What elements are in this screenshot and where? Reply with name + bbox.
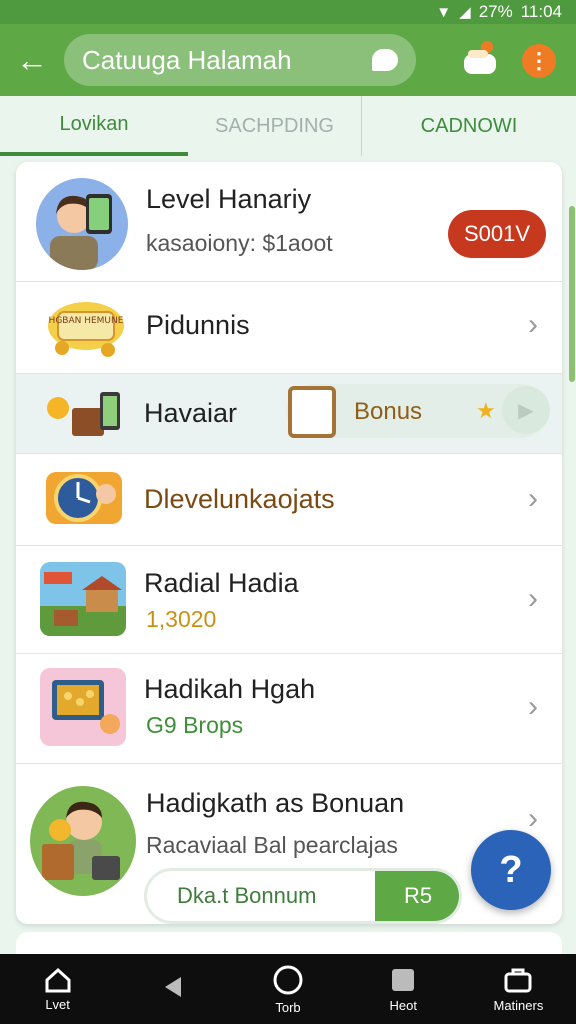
home-icon <box>45 967 71 992</box>
bottom-nav: Lvet Torb Heot Matiners <box>0 954 576 1024</box>
back-triangle-icon <box>164 977 181 997</box>
badge-thumbnail-text: HGBAN HEMUNE <box>49 316 124 326</box>
claim-bonus-button[interactable]: Dka.t Bonnum R5 <box>144 868 462 924</box>
tab-sachpding[interactable]: SACHPDING <box>188 96 362 156</box>
row-title: Hadikah Hgah <box>144 674 316 704</box>
row-title: Hadigkath as Bonuan <box>146 788 405 818</box>
row-title: Level Hanariy <box>146 184 312 214</box>
chevron-right-icon: › <box>528 308 538 341</box>
bonus-label: Bonus <box>354 398 423 425</box>
nav-recents[interactable]: Heot <box>346 954 461 1024</box>
status-bar: ▼ ◢ 27% 11:04 <box>0 0 576 24</box>
house-scene-icon <box>40 562 126 636</box>
list-item[interactable]: Radial Hadia 1,3020 › <box>16 546 562 654</box>
nav-bag[interactable]: Matiners <box>461 954 576 1024</box>
row-title: Pidunnis <box>146 310 250 340</box>
list-item[interactable]: HGBAN HEMUNE Pidunnis › <box>16 282 562 374</box>
row-title: Havaiar <box>144 398 238 428</box>
chevron-right-icon: › <box>528 690 538 723</box>
wifi-icon: ▼ <box>436 3 452 21</box>
nav-center[interactable]: Torb <box>230 954 345 1024</box>
claim-label: Dka.t Bonnum <box>177 883 317 908</box>
nav-back[interactable] <box>115 954 230 1024</box>
list-item[interactable]: Dlevelunkaojats › <box>16 454 562 546</box>
treasure-chest-icon <box>38 384 130 444</box>
back-arrow-icon[interactable]: ← <box>0 24 64 96</box>
row-subtitle: G9 Brops <box>146 712 244 738</box>
chat-bubble-icon[interactable] <box>372 49 398 71</box>
row-subtitle: kasaoiony: $1aoot <box>146 230 333 256</box>
search-bar[interactable]: Catuuga Halamah <box>64 34 416 86</box>
circle-home-icon <box>273 965 303 994</box>
row-subtitle: 1,3020 <box>146 606 217 632</box>
chevron-right-icon: › <box>528 802 538 835</box>
chevron-right-icon: › <box>528 582 538 615</box>
next-card-peek <box>16 932 562 954</box>
scroll-indicator[interactable] <box>569 206 575 382</box>
bag-icon <box>504 968 532 992</box>
more-vert-icon[interactable]: ⋮ <box>522 44 556 78</box>
star-icon: ★ <box>476 398 496 423</box>
row-title: Radial Hadia <box>144 568 299 598</box>
character-coins-icon <box>30 786 136 896</box>
tab-lovikan[interactable]: Lovikan <box>0 96 188 156</box>
tab-bar: Lovikan SACHPDING CADNOWI <box>0 96 576 156</box>
row-title: Dlevelunkaojats <box>144 484 335 514</box>
document-icon <box>288 386 336 438</box>
claim-count: R5 <box>375 871 459 921</box>
app-bar: ← Catuuga Halamah ⋮ <box>0 24 576 96</box>
clock: 11:04 <box>520 2 562 21</box>
battery-percent: 27% <box>478 2 513 21</box>
nav-home[interactable]: Lvet <box>0 954 115 1024</box>
list-item[interactable]: Level Hanariy kasaoiony: $1aoot S001V <box>16 162 562 282</box>
badge-thumbnail-icon: HGBAN HEMUNE <box>44 296 128 362</box>
gift-icon[interactable] <box>458 38 500 80</box>
tab-cadnowi[interactable]: CADNOWI <box>362 96 576 156</box>
help-icon[interactable]: ? <box>471 830 551 910</box>
row-subtitle: Racaviaal Bal pearclajas <box>146 832 398 858</box>
chevron-right-icon: › <box>528 482 538 515</box>
clock-badge-icon <box>42 464 126 534</box>
gold-monitor-icon <box>40 668 126 746</box>
signal-icon: ◢ <box>459 4 471 21</box>
list-item[interactable]: Hadikah Hgah G9 Brops › <box>16 654 562 764</box>
play-icon[interactable]: ▶ <box>502 386 550 434</box>
avatar <box>36 178 128 270</box>
square-recents-icon <box>392 968 415 991</box>
list-item[interactable]: Havaiar Bonus ★ ▶ <box>16 374 562 454</box>
status-badge[interactable]: S001V <box>448 210 546 258</box>
search-text: Catuuga Halamah <box>82 44 292 75</box>
reward-list-card: Level Hanariy kasaoiony: $1aoot S001V HG… <box>16 162 562 924</box>
